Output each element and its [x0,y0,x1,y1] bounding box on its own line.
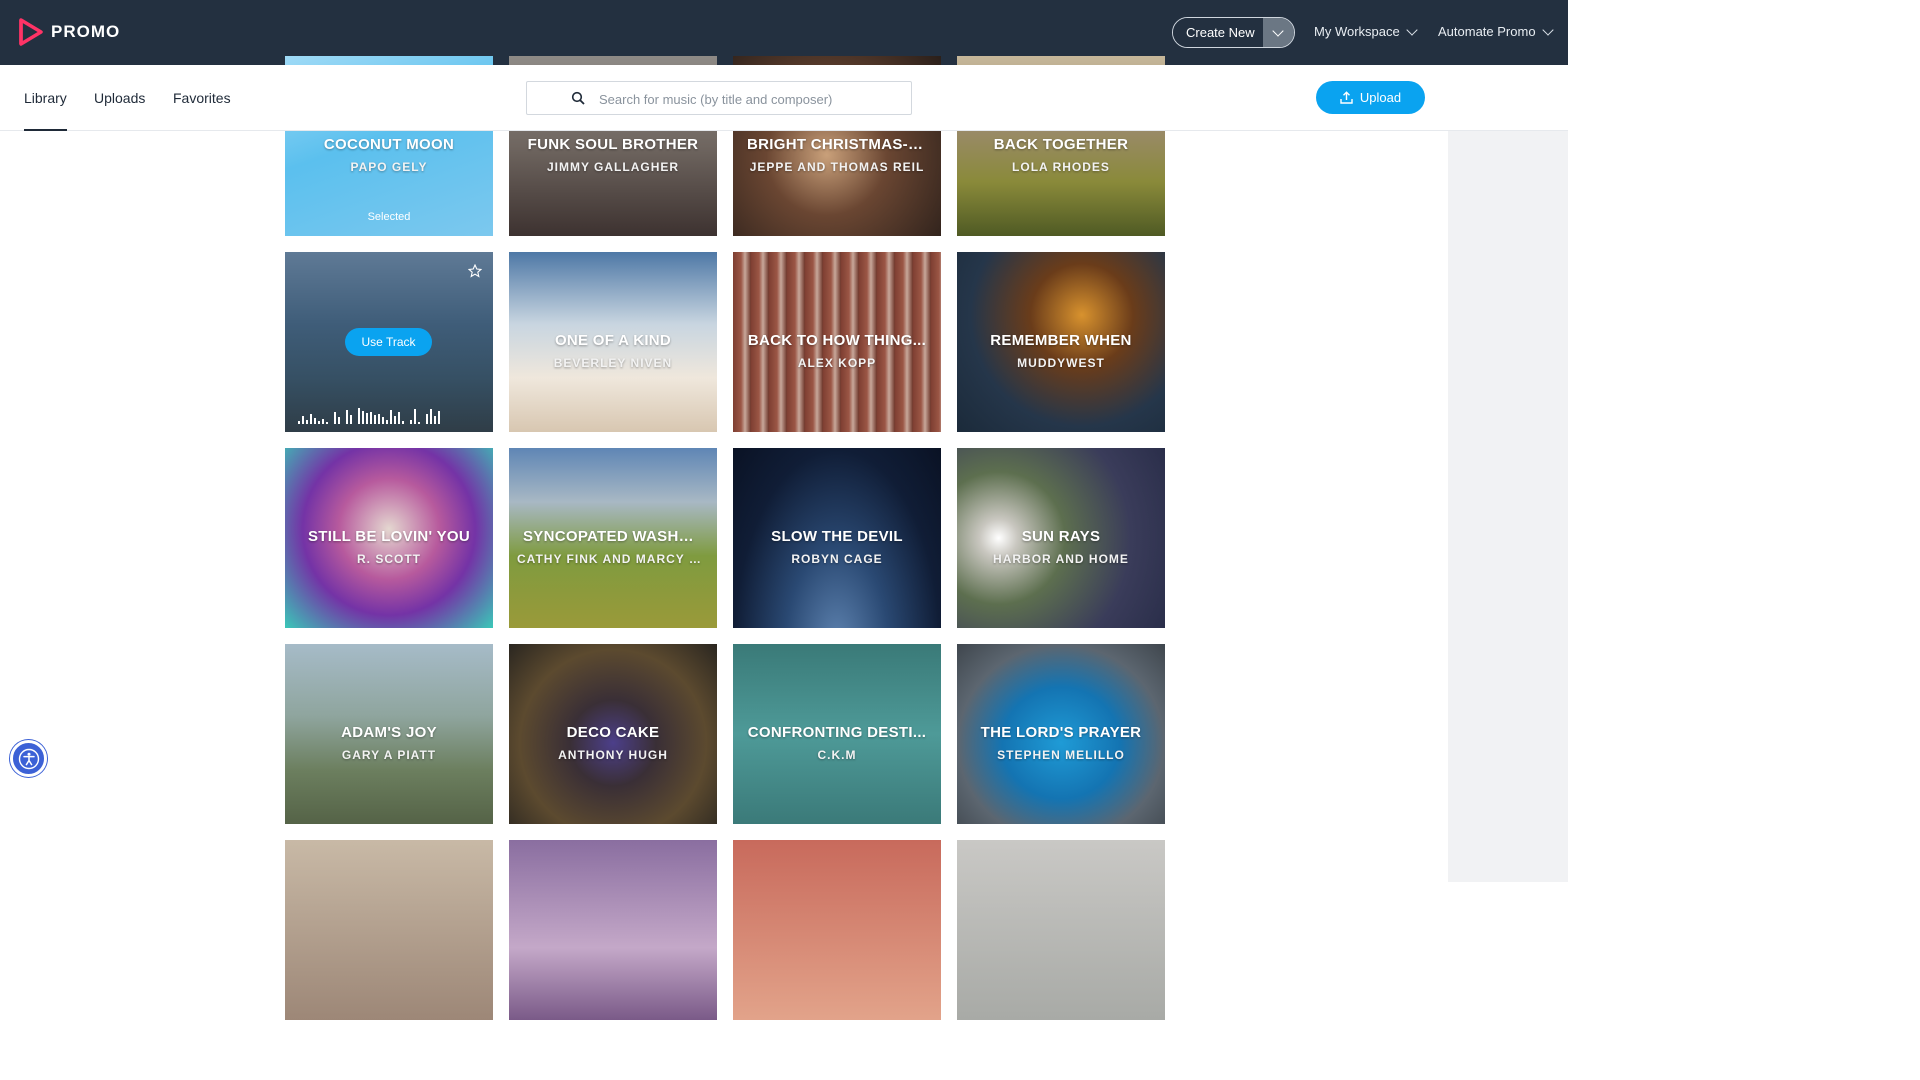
my-workspace-menu[interactable]: My Workspace [1314,23,1418,39]
track-tile[interactable] [509,840,717,1020]
track-tile[interactable]: ADAM'S JOY GARY A PIATT [285,644,493,824]
tab-uploads[interactable]: Uploads [94,90,145,131]
promo-logo[interactable]: PROMO [19,18,120,46]
track-tile[interactable]: ONE OF A KIND BEVERLEY NIVEN [509,252,717,432]
track-title: REMEMBER WHEN [990,332,1132,349]
tab-library[interactable]: Library [24,90,67,131]
track-title: FUNK SOUL BROTHER [527,136,699,153]
track-tile[interactable]: THE LORD'S PRAYER STEPHEN MELILLO [957,644,1165,824]
upload-button[interactable]: Upload [1316,81,1425,114]
track-tile[interactable]: SLOW THE DEVIL ROBYN CAGE [733,448,941,628]
track-artist: ROBYN CAGE [791,552,883,566]
track-title: BACK TO HOW THING... [747,332,927,349]
track-artist: C.K.M [817,748,857,762]
search-input[interactable] [599,88,899,110]
track-title: SLOW THE DEVIL [771,528,903,545]
track-artist: GARY A PIATT [341,748,437,762]
track-tile[interactable]: SUN RAYS HARBOR AND HOME [957,448,1165,628]
tab-favorites[interactable]: Favorites [173,90,231,131]
track-title: ADAM'S JOY [341,724,437,741]
create-new-dropdown-button[interactable] [1262,18,1294,47]
chevron-down-icon [1406,23,1418,36]
track-title: SYNCOPATED WASHB... [523,528,704,545]
selected-status: Selected [367,211,411,223]
track-tile[interactable]: REMEMBER WHEN MUDDYWEST [957,252,1165,432]
chevron-down-icon [1541,23,1554,36]
accessibility-icon [18,748,39,769]
track-artist: MUDDYWEST [1017,356,1105,370]
track-tile-hovered[interactable]: Use Track [285,252,493,432]
track-title: CONFRONTING DESTI... [747,724,927,741]
use-track-button[interactable]: Use Track [345,328,432,356]
right-side-panel [1448,131,1568,882]
track-artist: STEPHEN MELILLO [997,748,1125,762]
create-new-group: Create New [1172,17,1295,48]
upload-label: Upload [1359,90,1402,105]
track-title: ONE OF A KIND [554,332,672,349]
track-title: BACK TOGETHER [993,136,1129,153]
automate-promo-menu[interactable]: Automate Promo [1438,23,1554,39]
track-title: STILL BE LOVIN' YOU [307,528,471,545]
track-title: THE LORD'S PRAYER [980,724,1142,741]
track-title: SUN RAYS [1021,528,1101,545]
track-artist: BEVERLEY NIVEN [553,356,673,370]
track-tile[interactable] [733,840,941,1020]
track-tile[interactable]: BACK TO HOW THING... ALEX KOPP [733,252,941,432]
track-artist: JIMMY GALLAGHER [546,160,680,174]
create-new-button[interactable]: Create New [1173,18,1263,47]
logo-text: PROMO [51,22,121,41]
my-workspace-label: My Workspace [1314,24,1400,39]
track-artist: R. SCOTT [357,552,421,566]
track-tile[interactable]: DECO CAKE ANTHONY HUGH [509,644,717,824]
waveform[interactable] [298,402,440,424]
track-tile[interactable]: SYNCOPATED WASHB... CATHY FINK AND MARCY… [509,448,717,628]
track-artist: LOLA RHODES [1012,160,1110,174]
track-title: BRIGHT CHRISTMAS-D... [747,136,933,153]
logo-mark-icon [19,18,43,46]
track-tile[interactable] [285,840,493,1020]
track-artist: JEPPE AND THOMAS REIL [749,160,925,174]
upload-icon [1340,91,1353,104]
track-artist: ALEX KOPP [797,356,877,370]
track-tile[interactable]: CONFRONTING DESTI... C.K.M [733,644,941,824]
library-subnav: Library Uploads Favorites Upload [0,65,1568,131]
track-tile[interactable]: STILL BE LOVIN' YOU R. SCOTT [285,448,493,628]
track-title: COCONUT MOON [323,136,455,153]
track-artist: CATHY FINK AND MARCY MA... [517,552,717,566]
track-tile[interactable] [957,840,1165,1020]
search-icon [571,91,585,105]
favorite-star-icon[interactable] [468,264,482,278]
automate-promo-label: Automate Promo [1438,24,1536,39]
accessibility-button[interactable] [10,740,47,777]
track-artist: PAPO GELY [350,160,428,174]
music-search [526,81,912,115]
track-artist: ANTHONY HUGH [558,748,668,762]
track-artist: HARBOR AND HOME [993,552,1129,566]
track-title: DECO CAKE [566,724,660,741]
chevron-down-icon [1272,24,1284,37]
